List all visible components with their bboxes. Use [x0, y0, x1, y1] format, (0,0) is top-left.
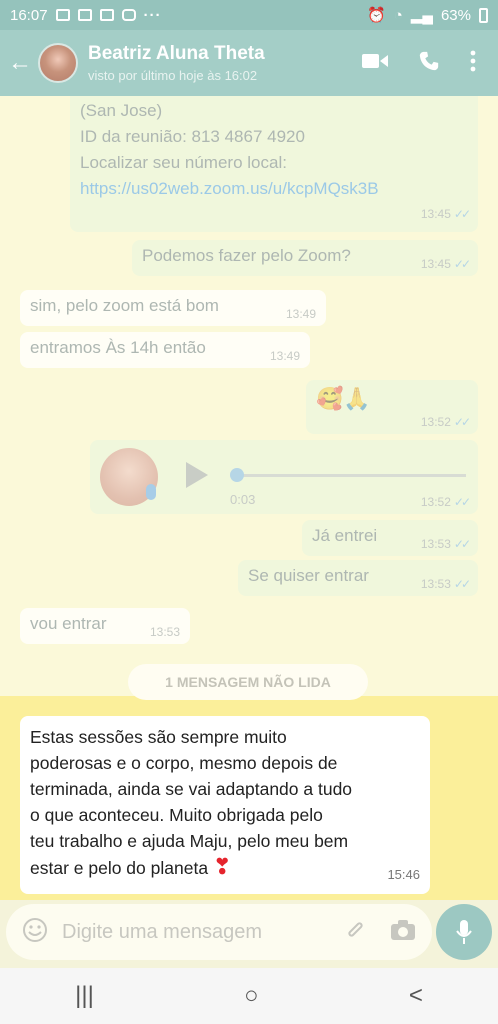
microphone-badge-icon: [146, 484, 156, 500]
message-text: (San Jose): [80, 101, 163, 120]
message-text: Podemos fazer pelo Zoom?: [142, 246, 351, 265]
message-line: poderosas e o corpo, mesmo depois de: [30, 753, 338, 773]
play-icon[interactable]: [186, 462, 208, 488]
message-bubble[interactable]: (San Jose) ID da reunião: 813 4867 4920 …: [70, 96, 478, 232]
message-text: Se quiser entrar: [248, 566, 369, 585]
contact-info[interactable]: Beatriz Aluna Theta visto por último hoj…: [88, 43, 362, 83]
message-time: 13:53: [420, 577, 451, 591]
mail-icon: [77, 9, 92, 21]
recent-apps-button[interactable]: |||: [75, 982, 94, 1010]
read-ticks-icon: ✓✓: [453, 207, 471, 221]
home-button[interactable]: ○: [244, 982, 259, 1010]
microphone-button[interactable]: [436, 904, 492, 960]
message-time: 13:52: [420, 495, 451, 509]
message-placeholder[interactable]: Digite uma mensagem: [62, 921, 344, 944]
back-button[interactable]: <: [409, 982, 423, 1010]
system-navigation-bar: ||| ○ <: [0, 968, 498, 1024]
contact-avatar[interactable]: [38, 43, 78, 83]
message-time: 13:45: [420, 207, 451, 221]
message-text: entramos Às 14h então: [30, 338, 206, 357]
zoom-link[interactable]: https://us02web.zoom.us/u/kcpMQsk3B: [80, 176, 468, 202]
emoji-icon[interactable]: [22, 917, 48, 948]
message-time: 15:46: [387, 867, 420, 882]
read-ticks-icon: ✓✓: [453, 257, 471, 271]
heart-exclamation-icon: ❣: [212, 854, 232, 879]
read-ticks-icon: ✓✓: [453, 577, 471, 591]
message-line-text: estar e pelo do planeta: [30, 858, 209, 878]
message-bubble[interactable]: Já entrei 13:53 ✓✓: [302, 520, 478, 556]
unread-messages-banner: 1 MENSAGEM NÃO LIDA: [128, 664, 368, 700]
message-line: teu trabalho e ajuda Maju, pelo meu bem: [30, 831, 349, 851]
camera-icon[interactable]: [390, 919, 416, 946]
message-bubble[interactable]: entramos Às 14h então 13:49: [20, 332, 310, 368]
battery-icon: [479, 7, 488, 23]
message-text: Localizar seu número local:: [80, 153, 287, 172]
video-call-icon[interactable]: [362, 52, 388, 75]
message-line: estar e pelo do planeta ❣: [30, 854, 420, 881]
read-ticks-icon: ✓✓: [453, 415, 471, 429]
message-time: 13:49: [269, 349, 300, 363]
message-line: Estas sessões são sempre muito: [30, 727, 287, 747]
voice-message[interactable]: 0:03 13:52 ✓✓: [90, 440, 478, 514]
microphone-icon: [456, 920, 472, 944]
message-bubble[interactable]: vou entrar 13:53: [20, 608, 190, 644]
read-ticks-icon: ✓✓: [453, 495, 471, 509]
unread-message-bubble[interactable]: Estas sessões são sempre muito poderosas…: [20, 716, 430, 894]
chat-header: ← Beatriz Aluna Theta visto por último h…: [0, 30, 498, 96]
phone-call-icon[interactable]: [418, 50, 440, 77]
alarm-icon: ⏰: [367, 7, 386, 24]
message-bubble[interactable]: 🥰🙏 13:52 ✓✓: [306, 380, 478, 434]
message-bubble[interactable]: sim, pelo zoom está bom 13:49: [20, 290, 326, 326]
progress-dot[interactable]: [230, 468, 244, 482]
attach-icon[interactable]: [344, 918, 368, 947]
progress-track[interactable]: [236, 474, 466, 477]
message-list[interactable]: (San Jose) ID da reunião: 813 4867 4920 …: [0, 96, 498, 696]
message-time: 13:49: [285, 307, 316, 321]
read-ticks-icon: ✓✓: [453, 537, 471, 551]
more-options-icon[interactable]: [470, 50, 476, 77]
email-icon: [99, 9, 114, 21]
status-time: 16:07: [10, 6, 48, 24]
message-time: 13:45: [420, 257, 451, 271]
voice-duration: 0:03: [230, 492, 256, 507]
message-text: Já entrei: [312, 526, 378, 545]
message-text: vou entrar: [30, 614, 107, 633]
more-notifications-icon: ···: [143, 6, 162, 24]
message-bubble[interactable]: Podemos fazer pelo Zoom? 13:45 ✓✓: [132, 240, 478, 276]
message-time: 13:52: [420, 415, 451, 429]
gallery-icon: [55, 9, 70, 21]
message-line: o que aconteceu. Muito obrigada pelo: [30, 805, 323, 825]
instagram-icon: [121, 9, 136, 21]
status-bar: 16:07 ··· ⏰ ◔ ▂▄ 63%: [0, 0, 498, 30]
message-text: sim, pelo zoom está bom: [30, 296, 219, 315]
message-time: 13:53: [149, 625, 180, 639]
wifi-icon: ◔: [393, 6, 403, 24]
last-seen: visto por último hoje às 16:02: [88, 68, 258, 83]
signal-icon: ▂▄: [410, 7, 433, 24]
message-text: ID da reunião: 813 4867 4920: [80, 127, 305, 146]
emoji-message: 🥰🙏: [316, 386, 371, 411]
message-line: terminada, ainda se vai adaptando a tudo: [30, 779, 353, 799]
message-time: 13:53: [420, 537, 451, 551]
back-arrow-icon[interactable]: ←: [2, 49, 38, 77]
message-bubble[interactable]: Se quiser entrar 13:53 ✓✓: [238, 560, 478, 596]
battery-level: 63%: [440, 6, 471, 24]
contact-name: Beatriz Aluna Theta: [88, 43, 265, 64]
message-input[interactable]: Digite uma mensagem: [6, 904, 432, 960]
